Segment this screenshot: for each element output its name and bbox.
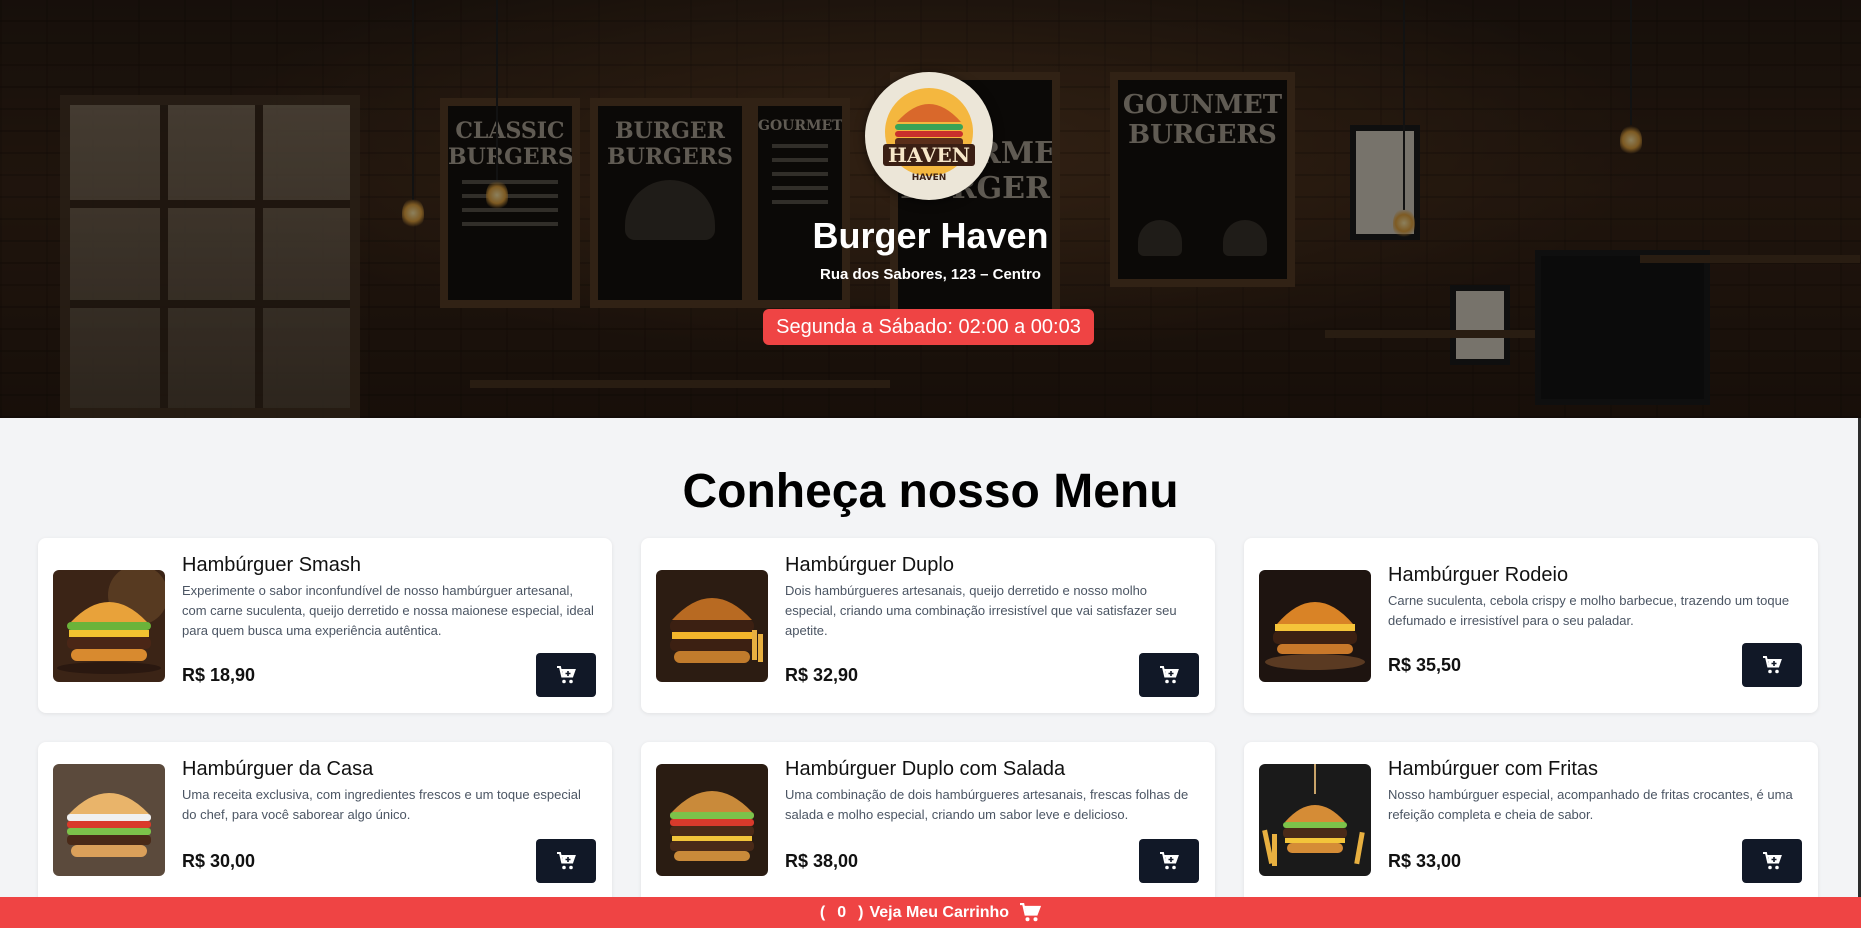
cart-plus-icon bbox=[1160, 852, 1179, 870]
menu-item-card: Hambúrguer Duplo com Salada Uma combinaç… bbox=[641, 742, 1215, 917]
restaurant-address: Rua dos Sabores, 123 – Centro bbox=[820, 266, 1041, 283]
cart-plus-icon bbox=[1763, 852, 1782, 870]
menu-item-price: R$ 35,50 bbox=[1388, 654, 1462, 675]
menu-heading: Conheça nosso Menu bbox=[682, 465, 1179, 518]
svg-text:HAVEN: HAVEN bbox=[888, 143, 970, 167]
restaurant-logo: HAVEN HAVEN bbox=[865, 72, 993, 200]
hero-banner: CLASSIC BURGERS BURGER BURGERS GOURMET G… bbox=[0, 0, 1861, 418]
cart-plus-icon bbox=[557, 852, 576, 870]
cart-open-paren: ( bbox=[819, 903, 826, 921]
menu-item-name: Hambúrguer Rodeio bbox=[1388, 564, 1569, 586]
cart-label: Veja Meu Carrinho bbox=[869, 903, 1010, 921]
burger-image bbox=[656, 570, 768, 682]
cart-plus-icon bbox=[1160, 666, 1179, 684]
cart-icon bbox=[1020, 903, 1042, 922]
burger-image bbox=[656, 764, 768, 876]
burger-image bbox=[1259, 764, 1371, 876]
burger-image bbox=[53, 570, 165, 682]
menu-item-price: R$ 32,90 bbox=[785, 664, 859, 685]
menu-item-description: Nosso hambúrguer especial, acompanhado d… bbox=[1388, 787, 1793, 822]
menu-item-card: Hambúrguer com Fritas Nosso hambúrguer e… bbox=[1244, 742, 1818, 917]
menu-item-name: Hambúrguer Duplo com Salada bbox=[785, 758, 1066, 780]
add-to-cart-button[interactable] bbox=[1139, 653, 1199, 697]
menu-item-card: Hambúrguer da Casa Uma receita exclusiva… bbox=[38, 742, 612, 917]
cart-close-paren: ) bbox=[858, 903, 864, 921]
menu-item-price: R$ 33,00 bbox=[1388, 850, 1462, 871]
cart-plus-icon bbox=[557, 666, 576, 684]
menu-item-price: R$ 38,00 bbox=[785, 850, 859, 871]
restaurant-name: Burger Haven bbox=[812, 215, 1049, 256]
add-to-cart-button[interactable] bbox=[1742, 643, 1802, 687]
menu-item-description: Dois hambúrgueres artesanais, queijo der… bbox=[785, 583, 1177, 638]
menu-item-description: Experimente o sabor inconfundível de nos… bbox=[182, 583, 594, 638]
add-to-cart-button[interactable] bbox=[1742, 839, 1802, 883]
cart-plus-icon bbox=[1763, 656, 1782, 674]
menu-item-name: Hambúrguer Smash bbox=[182, 554, 361, 576]
add-to-cart-button[interactable] bbox=[1139, 839, 1199, 883]
svg-text:HAVEN: HAVEN bbox=[912, 173, 947, 183]
cart-count: 0 bbox=[837, 903, 847, 921]
add-to-cart-button[interactable] bbox=[536, 653, 596, 697]
menu-item-name: Hambúrguer da Casa bbox=[182, 758, 374, 780]
menu-item-description: Uma combinação de dois hambúrgueres arte… bbox=[785, 787, 1189, 822]
view-cart-button[interactable]: ( 0 ) Veja Meu Carrinho bbox=[0, 897, 1861, 928]
menu-item-name: Hambúrguer Duplo bbox=[785, 554, 954, 576]
burger-image bbox=[53, 764, 165, 876]
menu-item-price: R$ 18,90 bbox=[182, 664, 256, 685]
menu-item-description: Uma receita exclusiva, com ingredientes … bbox=[182, 787, 581, 822]
opening-hours-badge: Segunda a Sábado: 02:00 a 00:03 bbox=[763, 309, 1094, 345]
menu-item-price: R$ 30,00 bbox=[182, 850, 256, 871]
menu-item-card: Hambúrguer Rodeio Carne suculenta, cebol… bbox=[1244, 538, 1818, 713]
menu-item-card: Hambúrguer Smash Experimente o sabor inc… bbox=[38, 538, 612, 713]
menu-item-description: Carne suculenta, cebola crispy e molho b… bbox=[1388, 593, 1790, 628]
menu-item-card: Hambúrguer Duplo Dois hambúrgueres artes… bbox=[641, 538, 1215, 713]
burger-image bbox=[1259, 570, 1371, 682]
menu-item-name: Hambúrguer com Fritas bbox=[1388, 758, 1599, 780]
add-to-cart-button[interactable] bbox=[536, 839, 596, 883]
